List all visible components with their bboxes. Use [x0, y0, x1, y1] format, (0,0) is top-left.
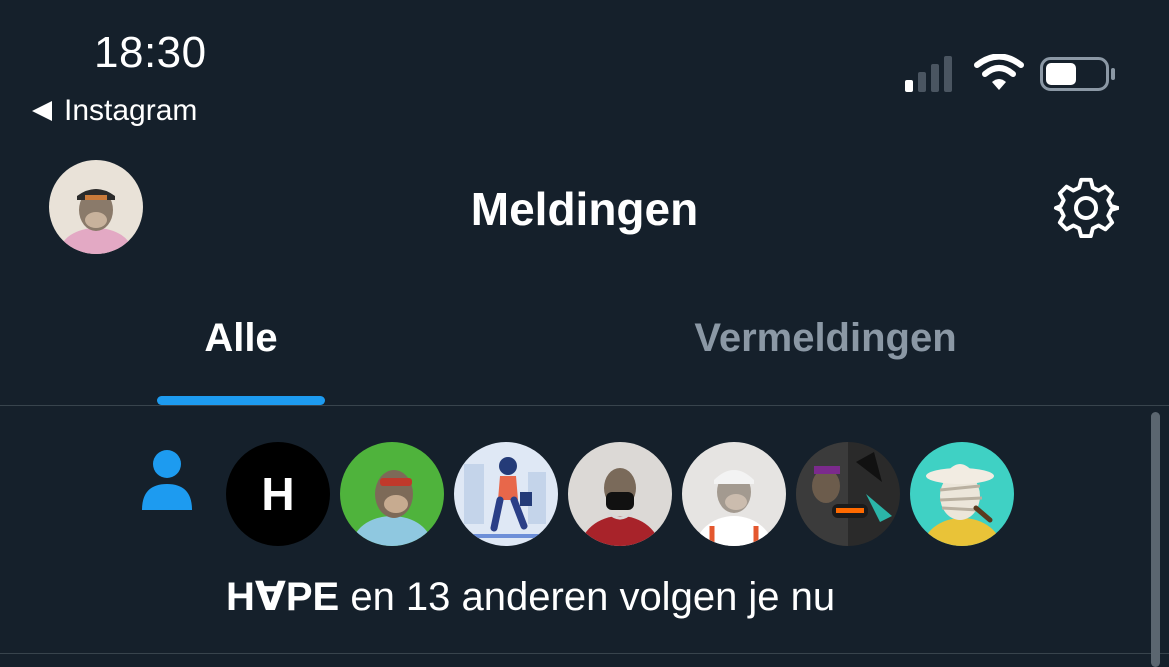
back-app-label: Instagram: [64, 94, 198, 127]
ape-white-cap-avatar[interactable]: [682, 442, 786, 546]
notification-text: H∀PE en 13 anderen volgen je nu: [226, 574, 835, 620]
notification-tabs: Alle Vermeldingen: [0, 290, 1169, 406]
svg-text:H: H: [261, 468, 294, 520]
notification-divider: [0, 653, 1169, 654]
notification-actor[interactable]: H∀PE: [226, 575, 339, 619]
wifi-icon: [974, 54, 1024, 90]
tab-all[interactable]: Alle: [0, 316, 482, 361]
tab-mentions[interactable]: Vermeldingen: [482, 316, 1169, 361]
follow-notification[interactable]: H H∀PE en 13 anderen volgen je nu: [0, 406, 1169, 654]
scrollbar[interactable]: [1151, 412, 1160, 667]
ape-dark-avatar[interactable]: [796, 442, 900, 546]
page-title: Meldingen: [470, 183, 699, 235]
notification-message: en 13 anderen volgen je nu: [339, 575, 836, 619]
active-tab-indicator: [157, 396, 325, 405]
cellular-signal-icon: [905, 56, 952, 92]
follower-avatars: H: [226, 442, 1014, 546]
header: Meldingen: [0, 140, 1169, 280]
hype-avatar[interactable]: H: [226, 442, 330, 546]
ape-red-jersey-avatar[interactable]: [568, 442, 672, 546]
gear-icon[interactable]: [1053, 175, 1119, 241]
status-bar: 18:30 Instagram: [0, 0, 1169, 140]
person-icon: [142, 450, 192, 510]
back-to-app-link[interactable]: Instagram: [32, 94, 197, 128]
back-arrow-icon: [32, 101, 52, 121]
status-time: 18:30: [94, 28, 207, 77]
battery-icon: [1040, 57, 1115, 91]
ape-green-avatar[interactable]: [340, 442, 444, 546]
mummy-hat-avatar[interactable]: [910, 442, 1014, 546]
shopper-avatar[interactable]: [454, 442, 558, 546]
